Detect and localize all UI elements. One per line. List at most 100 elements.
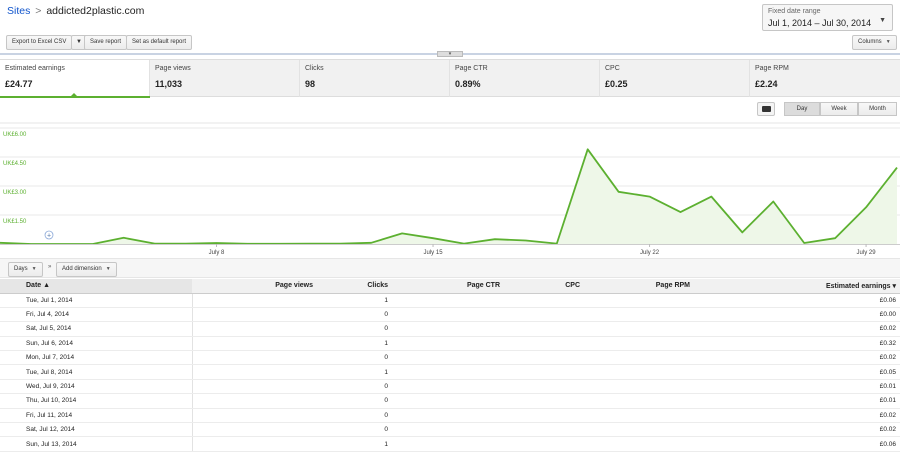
metric-name: Page views — [155, 65, 191, 72]
table-header-row: Date ▲ Page views Clicks Page CTR CPC Pa… — [0, 279, 900, 294]
cell-page-ctr — [392, 436, 504, 452]
data-point — [865, 206, 867, 208]
data-point — [370, 242, 372, 244]
cell-page-rpm — [584, 436, 694, 452]
column-header-label: Date — [26, 282, 42, 290]
metric-value: £24.77 — [5, 79, 33, 89]
splitter-handle-icon[interactable]: ▾ — [437, 51, 463, 57]
column-header-page-ctr[interactable]: Page CTR — [392, 279, 504, 294]
column-header-page-views[interactable]: Page views — [192, 279, 317, 294]
metric-cpc[interactable]: CPC £0.25 — [600, 60, 750, 97]
granularity-week-button[interactable]: Week — [820, 102, 858, 116]
date-range-value: Jul 1, 2014 – Jul 30, 2014 — [768, 18, 872, 28]
table-row: Tue, Jul 1, 2014 1 £0.06 — [0, 293, 900, 308]
cell-clicks: 1 — [317, 436, 392, 452]
cell-page-rpm — [584, 336, 694, 352]
cell-date: Tue, Jul 1, 2014 — [0, 293, 193, 308]
cell-date: Sun, Jul 6, 2014 — [0, 336, 193, 352]
cell-clicks: 0 — [317, 350, 392, 366]
granularity-month-label: Month — [869, 106, 886, 112]
data-point — [525, 239, 527, 241]
column-header-page-rpm[interactable]: Page RPM — [584, 279, 694, 294]
cell-page-views — [192, 436, 317, 452]
column-header-label: Page views — [275, 282, 313, 290]
metrics-bar: Estimated earnings £24.77 Page views 11,… — [0, 59, 900, 98]
data-point — [741, 231, 743, 233]
cell-page-views — [192, 350, 317, 366]
cell-estimated-earnings: £0.01 — [694, 393, 900, 409]
chevron-down-icon: ▼ — [879, 17, 886, 24]
metric-page-ctr[interactable]: Page CTR 0.89% — [450, 60, 600, 97]
sort-arrow-icon: ▾ — [892, 282, 896, 290]
cell-page-ctr — [392, 321, 504, 337]
cell-page-views — [192, 379, 317, 395]
date-range-picker[interactable]: Fixed date range Jul 1, 2014 – Jul 30, 2… — [762, 4, 893, 31]
cell-cpc — [504, 436, 584, 452]
data-point — [432, 237, 434, 239]
cell-estimated-earnings: £0.32 — [694, 336, 900, 352]
table-row: Sat, Jul 12, 2014 0 £0.02 — [0, 422, 900, 438]
cell-page-views — [192, 408, 317, 424]
column-header-estimated-earnings[interactable]: Estimated earnings ▾ — [694, 279, 900, 294]
cell-clicks: 1 — [317, 293, 392, 308]
column-header-clicks[interactable]: Clicks — [317, 279, 392, 294]
metric-name: Estimated earnings — [5, 65, 65, 72]
add-dimension-label: Add dimension — [62, 266, 102, 272]
cell-clicks: 0 — [317, 408, 392, 424]
cell-date: Thu, Jul 10, 2014 — [0, 393, 193, 409]
annotation-icon-button[interactable] — [757, 102, 775, 116]
data-point — [215, 242, 217, 244]
columns-button[interactable]: Columns ▼ — [852, 35, 897, 50]
save-report-button[interactable]: Save report — [84, 35, 128, 50]
table-row: Fri, Jul 4, 2014 0 £0.00 — [0, 307, 900, 323]
metric-estimated-earnings[interactable]: Estimated earnings £24.77 — [0, 60, 150, 98]
x-tick-label: July 8 — [209, 250, 225, 256]
cell-clicks: 1 — [317, 336, 392, 352]
add-dimension-dropdown[interactable]: Add dimension ▼ — [56, 262, 117, 277]
cell-cpc — [504, 364, 584, 380]
data-point — [494, 238, 496, 240]
cell-page-ctr — [392, 336, 504, 352]
data-point — [617, 191, 619, 193]
metric-page-rpm[interactable]: Page RPM £2.24 — [750, 60, 900, 97]
cell-estimated-earnings: £0.06 — [694, 436, 900, 452]
metric-page-views[interactable]: Page views 11,033 — [150, 60, 300, 97]
columns-label: Columns — [858, 39, 882, 45]
granularity-day-label: Day — [796, 106, 808, 112]
granularity-month-button[interactable]: Month — [858, 102, 897, 116]
cell-clicks: 1 — [317, 364, 392, 380]
granularity-day-button[interactable]: Day — [784, 102, 820, 116]
cell-page-rpm — [584, 293, 694, 308]
export-csv-label: Export to Excel CSV — [12, 39, 67, 45]
column-header-date[interactable]: Date ▲ — [0, 279, 192, 294]
metric-value: £2.24 — [755, 79, 778, 89]
cell-cpc — [504, 422, 584, 438]
set-default-report-button[interactable]: Set as default report — [126, 35, 193, 50]
sort-arrow-icon: ▲ — [43, 282, 51, 290]
data-point — [648, 195, 650, 197]
breadcrumb-separator: > — [35, 5, 42, 17]
cell-clicks: 0 — [317, 393, 392, 409]
days-dropdown[interactable]: Days ▼ — [8, 262, 43, 277]
breadcrumb-sites-link[interactable]: Sites — [7, 5, 30, 17]
cell-page-ctr — [392, 307, 504, 323]
column-header-cpc[interactable]: CPC — [504, 279, 584, 294]
cell-page-ctr — [392, 408, 504, 424]
table-row: Tue, Jul 8, 2014 1 £0.05 — [0, 364, 900, 380]
cell-estimated-earnings: £0.02 — [694, 321, 900, 337]
cell-date: Sun, Jul 13, 2014 — [0, 436, 193, 452]
save-report-label: Save report — [90, 39, 122, 45]
metric-clicks[interactable]: Clicks 98 — [300, 60, 450, 97]
metric-value: 11,033 — [155, 79, 183, 89]
cell-cpc — [504, 408, 584, 424]
chevron-down-icon: ▼ — [105, 266, 111, 272]
column-header-label: Page RPM — [655, 282, 690, 290]
cell-page-rpm — [584, 379, 694, 395]
cell-date: Fri, Jul 11, 2014 — [0, 408, 193, 424]
date-range-label: Fixed date range — [768, 8, 821, 15]
cell-cpc — [504, 350, 584, 366]
cell-page-ctr — [392, 350, 504, 366]
cell-page-rpm — [584, 350, 694, 366]
export-csv-button[interactable]: Export to Excel CSV — [6, 35, 73, 50]
cell-cpc — [504, 321, 584, 337]
